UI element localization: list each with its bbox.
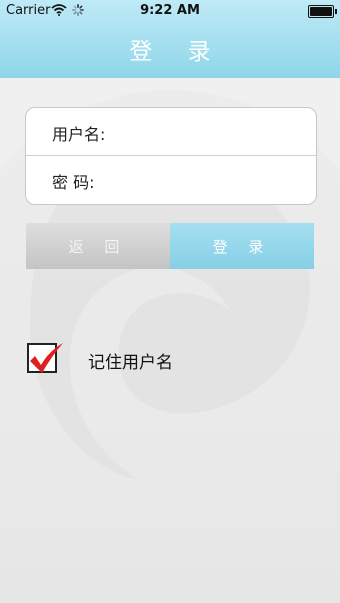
status-bar: Carrier 9:22 AM: [0, 0, 340, 22]
login-form: 用户名: 密 码:: [25, 107, 317, 205]
battery-icon: [308, 5, 337, 18]
username-row: 用户名:: [26, 108, 316, 156]
back-button[interactable]: 返 回: [26, 223, 170, 269]
login-button[interactable]: 登 录: [170, 223, 314, 269]
remember-label: 记住用户名: [88, 353, 173, 373]
password-label: 密 码:: [52, 173, 95, 192]
page-title: 登 录: [129, 39, 225, 65]
remember-checkbox[interactable]: [27, 343, 63, 373]
username-input[interactable]: [136, 118, 310, 146]
username-label: 用户名:: [52, 125, 106, 144]
status-time: 9:22 AM: [140, 3, 200, 18]
password-row: 密 码:: [26, 156, 316, 203]
checkmark-icon: [30, 343, 63, 373]
remember-username[interactable]: 记住用户名: [27, 337, 267, 377]
password-input[interactable]: [136, 166, 310, 194]
